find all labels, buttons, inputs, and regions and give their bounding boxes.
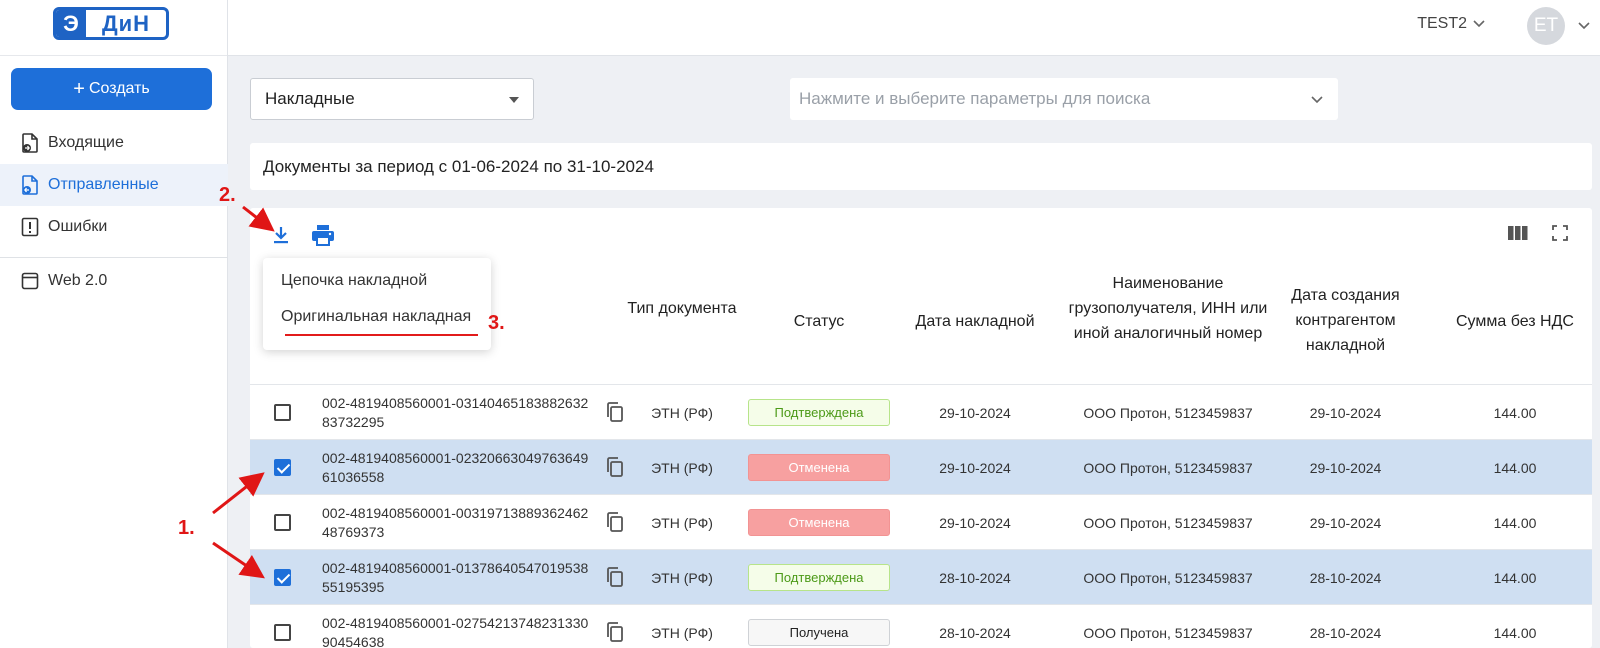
- document-number: 002-4819408560001-03140465183882632 83732…: [322, 394, 589, 430]
- logo-letter: Э: [56, 10, 86, 37]
- consignee: ООО Протон, 5123459837: [1083, 569, 1253, 586]
- sidebar-item-label: Ошибки: [48, 218, 108, 235]
- chevron-down-icon: [1473, 15, 1485, 33]
- create-button-label: Создать: [88, 80, 150, 97]
- window-icon: [20, 271, 40, 291]
- sidebar: Э ДиН + Создать Входящие Отправленные Ош…: [0, 0, 228, 648]
- error-icon: [20, 217, 40, 237]
- header-consignee: Наименование грузополучателя, ИНН или ин…: [1068, 275, 1268, 342]
- download-icon[interactable]: [271, 225, 291, 250]
- status-badge: Отменена: [748, 509, 890, 536]
- sidebar-item-inbox[interactable]: Входящие: [0, 122, 228, 164]
- logo-area: Э ДиН: [0, 0, 227, 56]
- document-type: ЭТН (РФ): [651, 514, 713, 531]
- table-row[interactable]: 002-4819408560001-00319713889362462 48769…: [250, 494, 1592, 549]
- menu-item-original[interactable]: Оригинальная накладная: [281, 308, 471, 326]
- invoice-date: 29-10-2024: [939, 459, 1011, 476]
- header-created: Дата создания контрагентом накладной: [1291, 287, 1400, 354]
- sum: 144.00: [1493, 459, 1537, 476]
- period-banner: Документы за период с 01-06-2024 по 31-1…: [250, 143, 1592, 190]
- plus-icon: +: [73, 78, 85, 100]
- columns-icon[interactable]: [1508, 225, 1528, 246]
- row-checkbox[interactable]: [274, 459, 291, 476]
- top-header: TEST2 ET: [228, 0, 1600, 56]
- search-input[interactable]: Нажмите и выберите параметры для поиска: [790, 78, 1338, 120]
- status-badge: Подтверждена: [748, 399, 890, 426]
- table-row[interactable]: 002-4819408560001-02320663049763649 61036…: [250, 439, 1592, 494]
- fullscreen-icon[interactable]: [1552, 225, 1568, 246]
- invoice-date: 29-10-2024: [939, 514, 1011, 531]
- status-badge: Получена: [748, 619, 890, 646]
- table-row[interactable]: 002-4819408560001-03140465183882632 83732…: [250, 384, 1592, 439]
- document-type: ЭТН (РФ): [651, 569, 713, 586]
- sidebar-item-errors[interactable]: Ошибки: [0, 206, 228, 248]
- row-checkbox[interactable]: [274, 514, 291, 531]
- annotation-underline: [285, 334, 478, 336]
- document-number: 002-4819408560001-00319713889362462 48769…: [322, 504, 589, 540]
- sum: 144.00: [1493, 569, 1537, 586]
- header-date: Дата накладной: [915, 313, 1035, 330]
- consignee: ООО Протон, 5123459837: [1083, 624, 1253, 641]
- sidebar-item-label: Web 2.0: [48, 272, 108, 289]
- table-row[interactable]: 002-4819408560001-01378640547019538 55195…: [250, 549, 1592, 604]
- annotation-step-1: 1.: [178, 517, 195, 539]
- document-type: ЭТН (РФ): [651, 404, 713, 421]
- caret-down-icon: [509, 97, 519, 103]
- menu-item-chain[interactable]: Цепочка накладной: [281, 272, 427, 290]
- row-checkbox[interactable]: [274, 404, 291, 421]
- sum: 144.00: [1493, 624, 1537, 641]
- document-type: ЭТН (РФ): [651, 459, 713, 476]
- document-number: 002-4819408560001-02754213748231330 90454…: [322, 614, 589, 648]
- download-menu: Цепочка накладной Оригинальная накладная: [263, 258, 491, 350]
- sent-doc-icon: [20, 175, 40, 195]
- consignee: ООО Протон, 5123459837: [1083, 514, 1253, 531]
- document-type-select[interactable]: Накладные: [250, 78, 534, 120]
- document-type: ЭТН (РФ): [651, 624, 713, 641]
- sum: 144.00: [1493, 514, 1537, 531]
- document-type-value: Накладные: [265, 89, 355, 108]
- invoice-date: 28-10-2024: [939, 624, 1011, 641]
- invoice-date: 29-10-2024: [939, 404, 1011, 421]
- created-date: 29-10-2024: [1309, 459, 1382, 476]
- header-sum: Сумма без НДС: [1456, 313, 1574, 330]
- table-row[interactable]: 002-4819408560001-02754213748231330 90454…: [250, 604, 1592, 648]
- sidebar-item-sent[interactable]: Отправленные: [0, 164, 228, 206]
- consignee: ООО Протон, 5123459837: [1083, 459, 1253, 476]
- document-number: 002-4819408560001-01378640547019538 55195…: [322, 559, 589, 595]
- created-date: 28-10-2024: [1309, 624, 1382, 641]
- created-date: 28-10-2024: [1309, 569, 1382, 586]
- avatar[interactable]: ET: [1527, 7, 1565, 45]
- created-date: 29-10-2024: [1309, 514, 1382, 531]
- sidebar-divider: [0, 257, 228, 258]
- period-text: Документы за период с 01-06-2024 по 31-1…: [263, 156, 654, 176]
- account-switcher[interactable]: TEST2: [1417, 15, 1485, 33]
- sidebar-item-label: Отправленные: [48, 176, 159, 193]
- sidebar-item-label: Входящие: [48, 134, 124, 151]
- status-badge: Отменена: [748, 454, 890, 481]
- header-type: Тип документа: [627, 300, 737, 317]
- account-name: TEST2: [1417, 15, 1467, 32]
- document-number: 002-4819408560001-02320663049763649 61036…: [322, 449, 589, 485]
- created-date: 29-10-2024: [1309, 404, 1382, 421]
- header-status: Статус: [793, 313, 845, 330]
- row-checkbox[interactable]: [274, 624, 291, 641]
- search-placeholder: Нажмите и выберите параметры для поиска: [799, 89, 1151, 108]
- invoice-date: 28-10-2024: [939, 569, 1011, 586]
- logo-text: ДиН: [101, 10, 151, 36]
- logo[interactable]: Э ДиН: [53, 7, 169, 40]
- consignee: ООО Протон, 5123459837: [1083, 404, 1253, 421]
- row-checkbox[interactable]: [274, 569, 291, 586]
- sum: 144.00: [1493, 404, 1537, 421]
- status-badge: Подтверждена: [748, 564, 890, 591]
- annotation-step-2: 2.: [219, 184, 236, 206]
- sidebar-item-web2[interactable]: Web 2.0: [0, 260, 228, 302]
- inbox-doc-icon: [20, 133, 40, 153]
- chevron-down-icon[interactable]: [1578, 17, 1590, 35]
- print-icon[interactable]: [311, 224, 335, 251]
- chevron-down-icon[interactable]: [1310, 91, 1324, 111]
- create-button[interactable]: + Создать: [11, 68, 212, 110]
- annotation-step-3: 3.: [488, 312, 505, 334]
